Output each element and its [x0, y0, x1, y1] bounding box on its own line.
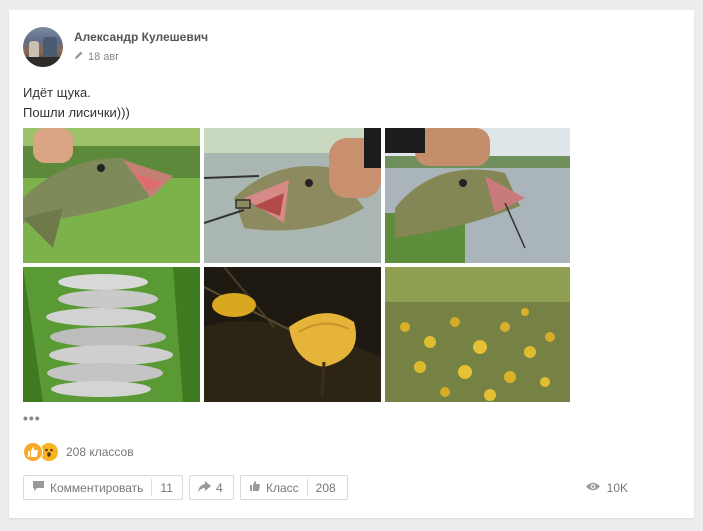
more-button[interactable]: •••: [23, 410, 41, 426]
share-count: 4: [216, 480, 223, 495]
post-date[interactable]: 18 авг: [88, 51, 119, 63]
comment-count: 11: [160, 480, 173, 495]
reaction-count: 208 классов: [66, 445, 134, 459]
thumb-up-icon: [249, 480, 261, 495]
like-label: Класс: [266, 480, 299, 495]
photo-pike-lake[interactable]: [385, 128, 570, 263]
post-text: Идёт щука. Пошли лисички))): [23, 83, 130, 123]
photo-pike-held[interactable]: [23, 128, 200, 263]
like-button[interactable]: Класс 208: [240, 475, 348, 500]
comment-button[interactable]: Комментировать 11: [23, 475, 183, 500]
share-button[interactable]: 4: [189, 475, 234, 500]
author-name[interactable]: Александр Кулешевич: [74, 30, 208, 44]
post-text-line: Идёт щука.: [23, 85, 91, 100]
comment-label: Комментировать: [50, 480, 144, 495]
avatar[interactable]: [23, 27, 63, 67]
comment-icon: [32, 480, 45, 495]
photo-chanterelles-forest[interactable]: [385, 267, 570, 402]
views-count: 10K: [606, 480, 628, 495]
photo-pike-hook[interactable]: [204, 128, 381, 263]
post-text-line: Пошли лисички))): [23, 105, 130, 120]
share-arrow-icon: [198, 480, 211, 495]
post-actions: Комментировать 11 4 Класс 208 10K: [23, 475, 680, 502]
post-meta: 18 авг: [74, 50, 119, 63]
photo-gallery: [23, 128, 570, 402]
eye-icon: [585, 481, 601, 495]
like-count: 208: [315, 480, 336, 495]
photo-chanterelle-closeup[interactable]: [204, 267, 381, 402]
views-counter: 10K: [585, 475, 628, 500]
like-reaction-icon: [23, 442, 43, 462]
post-card: Александр Кулешевич 18 авг Идёт щука. По…: [9, 10, 694, 518]
pencil-icon: [74, 50, 84, 63]
reactions-summary[interactable]: 208 классов: [23, 442, 134, 462]
photo-fish-grass[interactable]: [23, 267, 200, 402]
